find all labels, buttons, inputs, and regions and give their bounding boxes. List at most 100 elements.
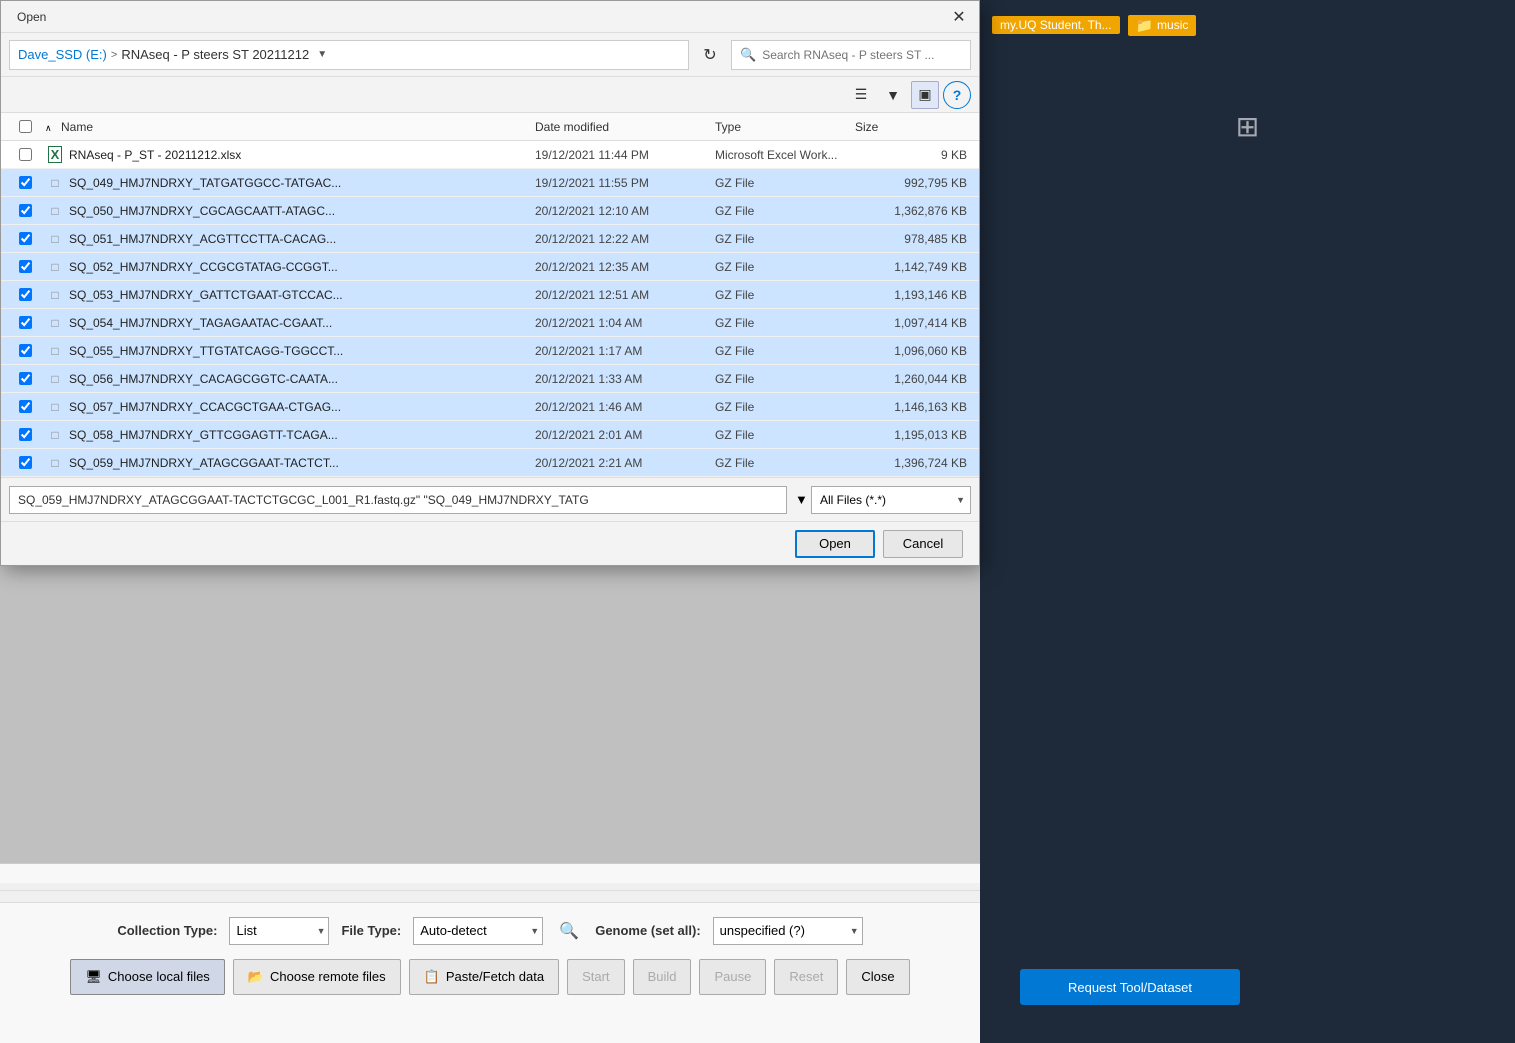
close-icon: ✕ <box>952 7 965 27</box>
dialog-close-button[interactable]: ✕ <box>947 5 971 29</box>
table-row[interactable]: □ SQ_056_HMJ7NDRXY_CACAGCGGTC-CAATA... 2… <box>1 365 979 393</box>
preview-pane-button[interactable]: ▣ <box>911 81 939 109</box>
row-checkbox[interactable] <box>19 288 32 301</box>
file-size: 1,362,876 KB <box>855 204 975 218</box>
row-checkbox[interactable] <box>19 316 32 329</box>
table-row[interactable]: X RNAseq - P_ST - 20211212.xlsx 19/12/20… <box>1 141 979 169</box>
row-checkbox[interactable] <box>19 148 32 161</box>
row-checkbox[interactable] <box>19 260 32 273</box>
start-button[interactable]: Start <box>567 959 624 995</box>
file-icon: □ <box>45 288 65 302</box>
choose-local-files-button[interactable]: 🖥 Choose local files <box>70 959 224 995</box>
column-date-header[interactable]: Date modified <box>535 120 715 134</box>
select-all-checkbox-wrapper[interactable] <box>5 120 45 133</box>
row-checkbox-wrapper[interactable] <box>5 176 45 189</box>
breadcrumb-path[interactable]: Dave_SSD (E:) > RNAseq - P steers ST 202… <box>9 40 689 70</box>
row-checkbox-wrapper[interactable] <box>5 148 45 161</box>
collection-type-select[interactable]: ListPaired ListDataset <box>229 917 329 945</box>
table-row[interactable]: □ SQ_049_HMJ7NDRXY_TATGATGGCC-TATGAC... … <box>1 169 979 197</box>
select-all-checkbox[interactable] <box>19 120 32 133</box>
table-row[interactable]: □ SQ_059_HMJ7NDRXY_ATAGCGGAAT-TACTCT... … <box>1 449 979 477</box>
filename-input[interactable]: SQ_059_HMJ7NDRXY_ATAGCGGAAT-TACTCTGCGC_L… <box>9 486 787 514</box>
row-checkbox-wrapper[interactable] <box>5 428 45 441</box>
filename-dropdown[interactable]: ▼ <box>795 492 803 507</box>
file-size: 1,096,060 KB <box>855 344 975 358</box>
genome-select[interactable]: unspecified (?)hg38mm10GRCh38 <box>713 917 863 945</box>
table-row[interactable]: □ SQ_055_HMJ7NDRXY_TTGTATCAGG-TGGCCT... … <box>1 337 979 365</box>
paste-fetch-button[interactable]: 📋 Paste/Fetch data <box>409 959 559 995</box>
file-open-dialog: Open ✕ Dave_SSD (E:) > RNAseq - P steers… <box>0 0 980 566</box>
row-checkbox[interactable] <box>19 372 32 385</box>
filetype-select[interactable]: All Files (*.*)FASTQ Files (*.fastq)GZ F… <box>811 486 971 514</box>
pause-button[interactable]: Pause <box>699 959 766 995</box>
row-checkbox[interactable] <box>19 204 32 217</box>
row-checkbox-wrapper[interactable] <box>5 456 45 469</box>
row-checkbox[interactable] <box>19 428 32 441</box>
row-checkbox-wrapper[interactable] <box>5 232 45 245</box>
collection-type-wrapper: ListPaired ListDataset <box>229 917 329 945</box>
file-name: SQ_058_HMJ7NDRXY_GTTCGGAGTT-TCAGA... <box>69 428 535 442</box>
file-icon: X <box>45 146 65 163</box>
row-checkbox-wrapper[interactable] <box>5 288 45 301</box>
table-row[interactable]: □ SQ_051_HMJ7NDRXY_ACGTTCCTTA-CACAG... 2… <box>1 225 979 253</box>
file-icon: □ <box>45 344 65 358</box>
search-genome-btn[interactable]: 🔍 <box>555 917 583 945</box>
column-name-header[interactable]: Name <box>61 120 535 134</box>
build-button[interactable]: Build <box>633 959 692 995</box>
row-checkbox[interactable] <box>19 344 32 357</box>
row-checkbox-wrapper[interactable] <box>5 260 45 273</box>
dialog-buttons: Open Cancel <box>1 521 979 565</box>
user-badge: my.UQ Student, Th... <box>992 16 1120 34</box>
file-type: GZ File <box>715 400 855 414</box>
horizontal-scroll-area[interactable] <box>0 883 980 903</box>
table-row[interactable]: □ SQ_050_HMJ7NDRXY_CGCAGCAATT-ATAGC... 2… <box>1 197 979 225</box>
refresh-button[interactable]: ↻ <box>695 40 725 70</box>
choose-remote-files-button[interactable]: 📂 Choose remote files <box>233 959 401 995</box>
row-checkbox-wrapper[interactable] <box>5 372 45 385</box>
close-button[interactable]: Close <box>846 959 909 995</box>
row-checkbox-wrapper[interactable] <box>5 316 45 329</box>
file-name: RNAseq - P_ST - 20211212.xlsx <box>69 148 535 162</box>
dialog-title: Open <box>17 10 46 24</box>
file-name: SQ_052_HMJ7NDRXY_CCGCGTATAG-CCGGT... <box>69 260 535 274</box>
file-type-select[interactable]: Auto-detectFASTQBAMVCF <box>413 917 543 945</box>
row-checkbox[interactable] <box>19 232 32 245</box>
breadcrumb-parent[interactable]: Dave_SSD (E:) <box>18 47 107 62</box>
row-checkbox-wrapper[interactable] <box>5 400 45 413</box>
view-dropdown-button[interactable]: ▼ <box>879 81 907 109</box>
search-input[interactable] <box>762 48 962 62</box>
file-icon: □ <box>45 316 65 330</box>
help-button[interactable]: ? <box>943 81 971 109</box>
row-checkbox[interactable] <box>19 456 32 469</box>
search-box[interactable]: 🔍 <box>731 40 971 70</box>
file-size: 9 KB <box>855 148 975 162</box>
file-list[interactable]: X RNAseq - P_ST - 20211212.xlsx 19/12/20… <box>1 141 979 477</box>
row-checkbox[interactable] <box>19 400 32 413</box>
refresh-icon: ↻ <box>703 45 716 65</box>
table-row[interactable]: □ SQ_054_HMJ7NDRXY_TAGAGAATAC-CGAAT... 2… <box>1 309 979 337</box>
table-row[interactable]: □ SQ_052_HMJ7NDRXY_CCGCGTATAG-CCGGT... 2… <box>1 253 979 281</box>
cancel-button[interactable]: Cancel <box>883 530 963 558</box>
row-checkbox-wrapper[interactable] <box>5 204 45 217</box>
file-type: GZ File <box>715 344 855 358</box>
collection-type-label: Collection Type: <box>117 923 217 938</box>
file-date: 20/12/2021 1:33 AM <box>535 372 715 386</box>
file-date: 19/12/2021 11:44 PM <box>535 148 715 162</box>
file-size: 1,097,414 KB <box>855 316 975 330</box>
row-checkbox-wrapper[interactable] <box>5 344 45 357</box>
row-checkbox[interactable] <box>19 176 32 189</box>
table-row[interactable]: □ SQ_053_HMJ7NDRXY_GATTCTGAAT-GTCCAC... … <box>1 281 979 309</box>
column-type-header[interactable]: Type <box>715 120 855 134</box>
table-row[interactable]: □ SQ_057_HMJ7NDRXY_CCACGCTGAA-CTGAG... 2… <box>1 393 979 421</box>
right-panel-top: my.UQ Student, Th... 📁 music <box>980 0 1515 50</box>
column-size-header[interactable]: Size <box>855 120 975 134</box>
file-name: SQ_054_HMJ7NDRXY_TAGAGAATAC-CGAAT... <box>69 316 535 330</box>
request-tool-dataset-button[interactable]: Request Tool/Dataset <box>1020 969 1240 1005</box>
hscroll-track[interactable] <box>0 890 980 902</box>
table-row[interactable]: □ SQ_058_HMJ7NDRXY_GTTCGGAGTT-TCAGA... 2… <box>1 421 979 449</box>
file-size: 1,146,163 KB <box>855 400 975 414</box>
open-button[interactable]: Open <box>795 530 875 558</box>
breadcrumb-dropdown-arrow[interactable]: ▼ <box>317 49 327 60</box>
reset-button[interactable]: Reset <box>774 959 838 995</box>
view-details-button[interactable]: ☰ <box>847 81 875 109</box>
